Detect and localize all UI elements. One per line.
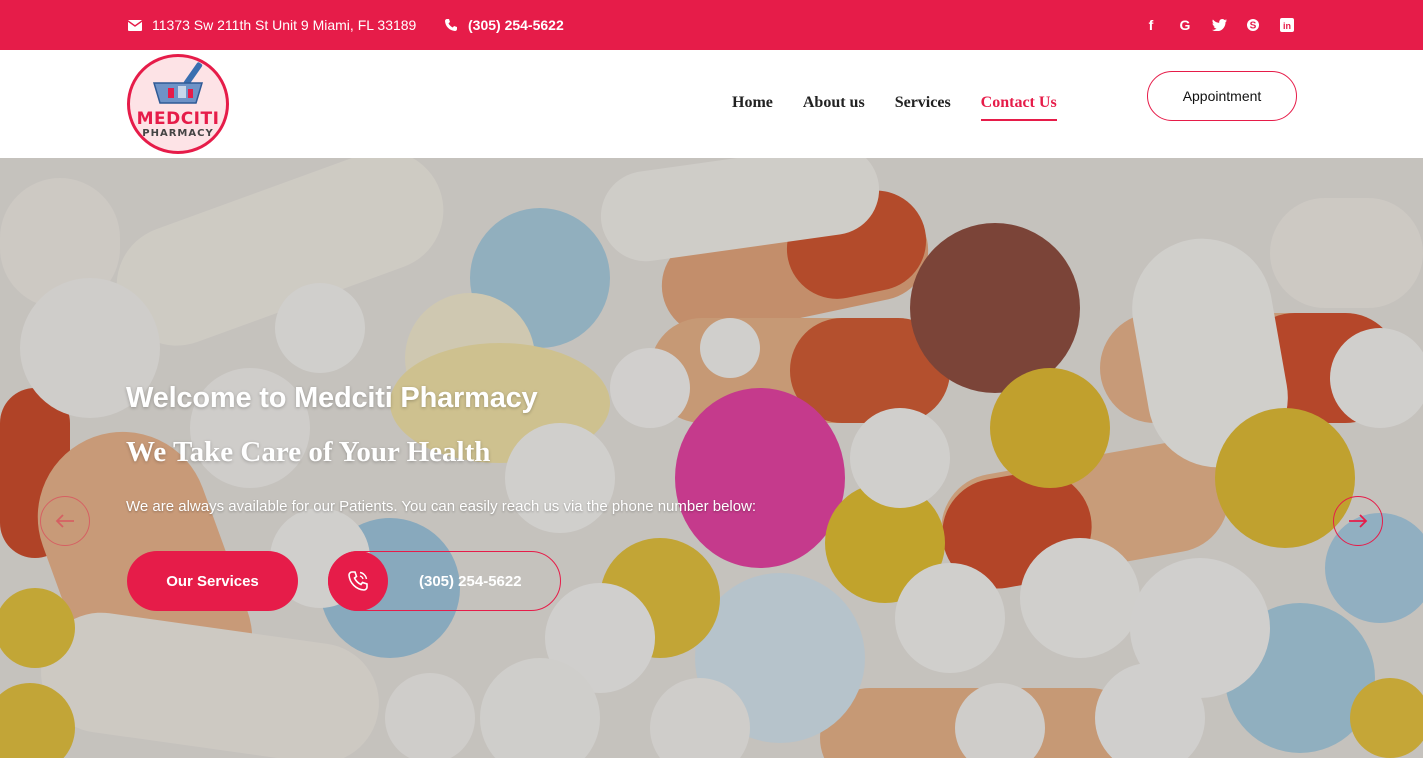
nav-contact-us[interactable]: Contact Us — [980, 94, 1057, 121]
nav-services[interactable]: Services — [895, 94, 951, 115]
social-links: f G S in — [1141, 0, 1297, 50]
address-contact: 11373 Sw 211th St Unit 9 Miami, FL 33189 — [126, 0, 416, 50]
skype-icon[interactable]: S — [1243, 15, 1263, 35]
svg-text:in: in — [1283, 21, 1291, 31]
facebook-icon[interactable]: f — [1141, 15, 1161, 35]
phone-call-icon — [328, 551, 388, 611]
our-services-button[interactable]: Our Services — [127, 551, 298, 611]
top-bar: 11373 Sw 211th St Unit 9 Miami, FL 33189… — [0, 0, 1423, 50]
phone-text: (305) 254-5622 — [468, 17, 564, 33]
svg-text:S: S — [1250, 21, 1257, 32]
phone-icon — [442, 18, 460, 32]
arrow-left-icon — [55, 514, 74, 528]
linkedin-icon[interactable]: in — [1277, 15, 1297, 35]
logo-text-pharmacy: PHARMACY — [142, 128, 214, 139]
address-text: 11373 Sw 211th St Unit 9 Miami, FL 33189 — [152, 17, 417, 33]
twitter-icon[interactable] — [1209, 15, 1229, 35]
google-icon[interactable]: G — [1175, 15, 1195, 35]
hero-slider: Welcome to Medciti Pharmacy We Take Care… — [0, 158, 1423, 758]
appointment-button[interactable]: Appointment — [1147, 71, 1297, 121]
logo-text-medciti: MEDCITI — [136, 109, 220, 129]
envelope-icon — [126, 18, 144, 32]
pharmacy-logo[interactable]: MEDCITI PHARMACY — [127, 54, 229, 154]
phone-button-label: (305) 254-5622 — [419, 572, 522, 590]
site-header: MEDCITI PHARMACY Home About us Services … — [0, 50, 1423, 158]
phone-contact[interactable]: (305) 254-5622 — [442, 0, 564, 50]
hero-description: We are always available for our Patients… — [126, 498, 757, 515]
hero-title: Welcome to Medciti Pharmacy — [126, 382, 538, 414]
call-phone-button[interactable]: (305) 254-5622 — [328, 551, 561, 611]
arrow-right-icon — [1349, 514, 1368, 528]
hero-subtitle: We Take Care of Your Health — [126, 436, 491, 468]
slider-prev-button[interactable] — [40, 496, 90, 546]
main-nav: Home About us Services Contact Us — [732, 50, 1057, 158]
slider-next-button[interactable] — [1333, 496, 1383, 546]
nav-home[interactable]: Home — [732, 94, 773, 115]
nav-about-us[interactable]: About us — [803, 94, 865, 115]
